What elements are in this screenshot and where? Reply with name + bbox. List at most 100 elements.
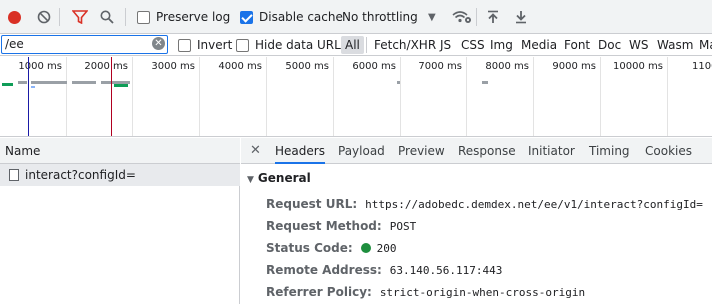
clear-filter-icon[interactable]: ✕ xyxy=(152,37,165,50)
filter-bar: /ee Invert Hide data URLs All Fetch/XHR … xyxy=(0,34,712,56)
checkbox-checked[interactable] xyxy=(240,10,253,24)
filter-type-img[interactable]: Img xyxy=(486,34,517,56)
upload-icon xyxy=(488,10,498,23)
status-code-value: 200 xyxy=(376,241,397,255)
network-conditions-button[interactable] xyxy=(452,0,472,34)
tick-line xyxy=(66,57,67,136)
remote-address-row: Remote Address: 63.140.56.117:443 xyxy=(266,260,502,280)
tick-label: 6000 ms xyxy=(352,61,396,72)
tick-label: 7000 ms xyxy=(418,61,462,72)
filter-icon xyxy=(72,10,88,24)
invert-checkbox[interactable]: Invert xyxy=(178,34,232,56)
toolbar-divider xyxy=(476,8,477,26)
dom-content-loaded-line xyxy=(28,57,29,136)
tick-label: 1100 xyxy=(692,61,712,72)
tick-line xyxy=(600,57,601,136)
filter-type-media[interactable]: Media xyxy=(517,34,561,56)
network-toolbar: Preserve log Disable cache No throttling… xyxy=(0,0,712,34)
name-column-header[interactable]: Name xyxy=(0,138,240,164)
hide-data-urls-checkbox[interactable]: Hide data URLs xyxy=(236,34,347,56)
checkbox-unchecked[interactable] xyxy=(137,10,150,24)
filter-type-font[interactable]: Font xyxy=(560,34,594,56)
waterfall-bar xyxy=(31,81,67,84)
filter-type-all[interactable]: All xyxy=(341,36,364,54)
chevron-down-icon[interactable]: ▼ xyxy=(428,0,436,34)
waterfall-bar xyxy=(2,83,13,86)
toolbar-divider xyxy=(125,8,126,26)
checkbox-unchecked[interactable] xyxy=(236,38,249,52)
clear-icon xyxy=(37,10,51,24)
hide-data-urls-label: Hide data URLs xyxy=(255,38,348,52)
status-code-label: Status Code: xyxy=(266,241,353,255)
waterfall-bar xyxy=(482,81,488,84)
tick-label: 10000 ms xyxy=(613,61,663,72)
search-button[interactable] xyxy=(100,0,114,34)
filter-toggle-button[interactable] xyxy=(72,0,88,34)
tab-preview[interactable]: Preview xyxy=(398,138,445,164)
triangle-down-icon: ▼ xyxy=(247,175,254,185)
tab-initiator[interactable]: Initiator xyxy=(528,138,575,164)
filter-type-js[interactable]: JS xyxy=(436,34,455,56)
checkbox-unchecked[interactable] xyxy=(178,38,191,52)
filter-divider xyxy=(366,37,367,53)
request-details-panel: ✕ Headers Payload Preview Response Initi… xyxy=(241,138,712,304)
filter-type-wasm[interactable]: Wasm xyxy=(653,34,697,56)
request-method-row: Request Method: POST xyxy=(266,216,416,236)
waterfall-bar xyxy=(397,81,400,84)
tick-label: 2000 ms xyxy=(84,61,128,72)
referrer-policy-value: strict-origin-when-cross-origin xyxy=(379,285,586,299)
request-url-value: https://adobedc.demdex.net/ee/v1/interac… xyxy=(365,197,703,211)
tick-line xyxy=(266,57,267,136)
record-button[interactable] xyxy=(8,0,22,34)
close-icon[interactable]: ✕ xyxy=(250,138,261,164)
tab-payload[interactable]: Payload xyxy=(338,138,385,164)
tick-line xyxy=(667,57,668,136)
request-method-label: Request Method: xyxy=(266,219,382,233)
tab-headers[interactable]: Headers xyxy=(275,138,325,164)
preserve-log-label: Preserve log xyxy=(156,10,231,24)
status-ok-icon xyxy=(360,243,371,253)
export-har-button[interactable] xyxy=(515,0,527,34)
wifi-settings-icon xyxy=(452,11,471,23)
general-section-title: General xyxy=(257,171,311,185)
tab-timing[interactable]: Timing xyxy=(589,138,630,164)
request-url-label: Request URL: xyxy=(266,197,358,211)
filter-type-doc[interactable]: Doc xyxy=(594,34,625,56)
timeline-overview[interactable]: 1000 ms 2000 ms 3000 ms 4000 ms 5000 ms … xyxy=(0,57,712,137)
clear-button[interactable] xyxy=(37,0,51,34)
tab-response[interactable]: Response xyxy=(458,138,516,164)
disable-cache-label: Disable cache xyxy=(259,10,343,24)
tab-cookies[interactable]: Cookies xyxy=(645,138,692,164)
filter-input[interactable]: /ee xyxy=(1,35,168,54)
request-name: interact?configId= xyxy=(25,168,136,182)
tick-label: 8000 ms xyxy=(485,61,529,72)
load-event-line xyxy=(111,57,112,136)
waterfall-bar xyxy=(31,86,35,88)
tick-label: 3000 ms xyxy=(151,61,195,72)
remote-address-value: 63.140.56.117:443 xyxy=(389,263,503,277)
throttling-select[interactable]: No throttling xyxy=(342,0,418,34)
search-icon xyxy=(100,10,114,24)
remote-address-label: Remote Address: xyxy=(266,263,382,277)
referrer-policy-row: Referrer Policy: strict-origin-when-cros… xyxy=(266,282,585,302)
filter-type-manifest[interactable]: Ma xyxy=(695,34,712,56)
general-section-header[interactable]: ▼ General xyxy=(247,171,311,185)
document-icon xyxy=(9,169,19,181)
waterfall-bar xyxy=(72,81,96,84)
filter-type-css[interactable]: CSS xyxy=(457,34,489,56)
filter-type-fetch-xhr[interactable]: Fetch/XHR xyxy=(370,34,440,56)
tick-line xyxy=(400,57,401,136)
toolbar-divider xyxy=(59,8,60,26)
import-har-button[interactable] xyxy=(487,0,499,34)
tick-label: 4000 ms xyxy=(218,61,262,72)
preserve-log-checkbox[interactable]: Preserve log xyxy=(137,0,230,34)
referrer-policy-label: Referrer Policy: xyxy=(266,285,372,299)
request-method-value: POST xyxy=(389,219,417,233)
tick-line xyxy=(132,57,133,136)
invert-label: Invert xyxy=(197,38,233,52)
filter-type-ws[interactable]: WS xyxy=(625,34,652,56)
disable-cache-checkbox[interactable]: Disable cache xyxy=(240,0,343,34)
tick-line xyxy=(333,57,334,136)
tick-label: 5000 ms xyxy=(285,61,329,72)
table-row[interactable]: interact?configId= xyxy=(0,164,240,186)
